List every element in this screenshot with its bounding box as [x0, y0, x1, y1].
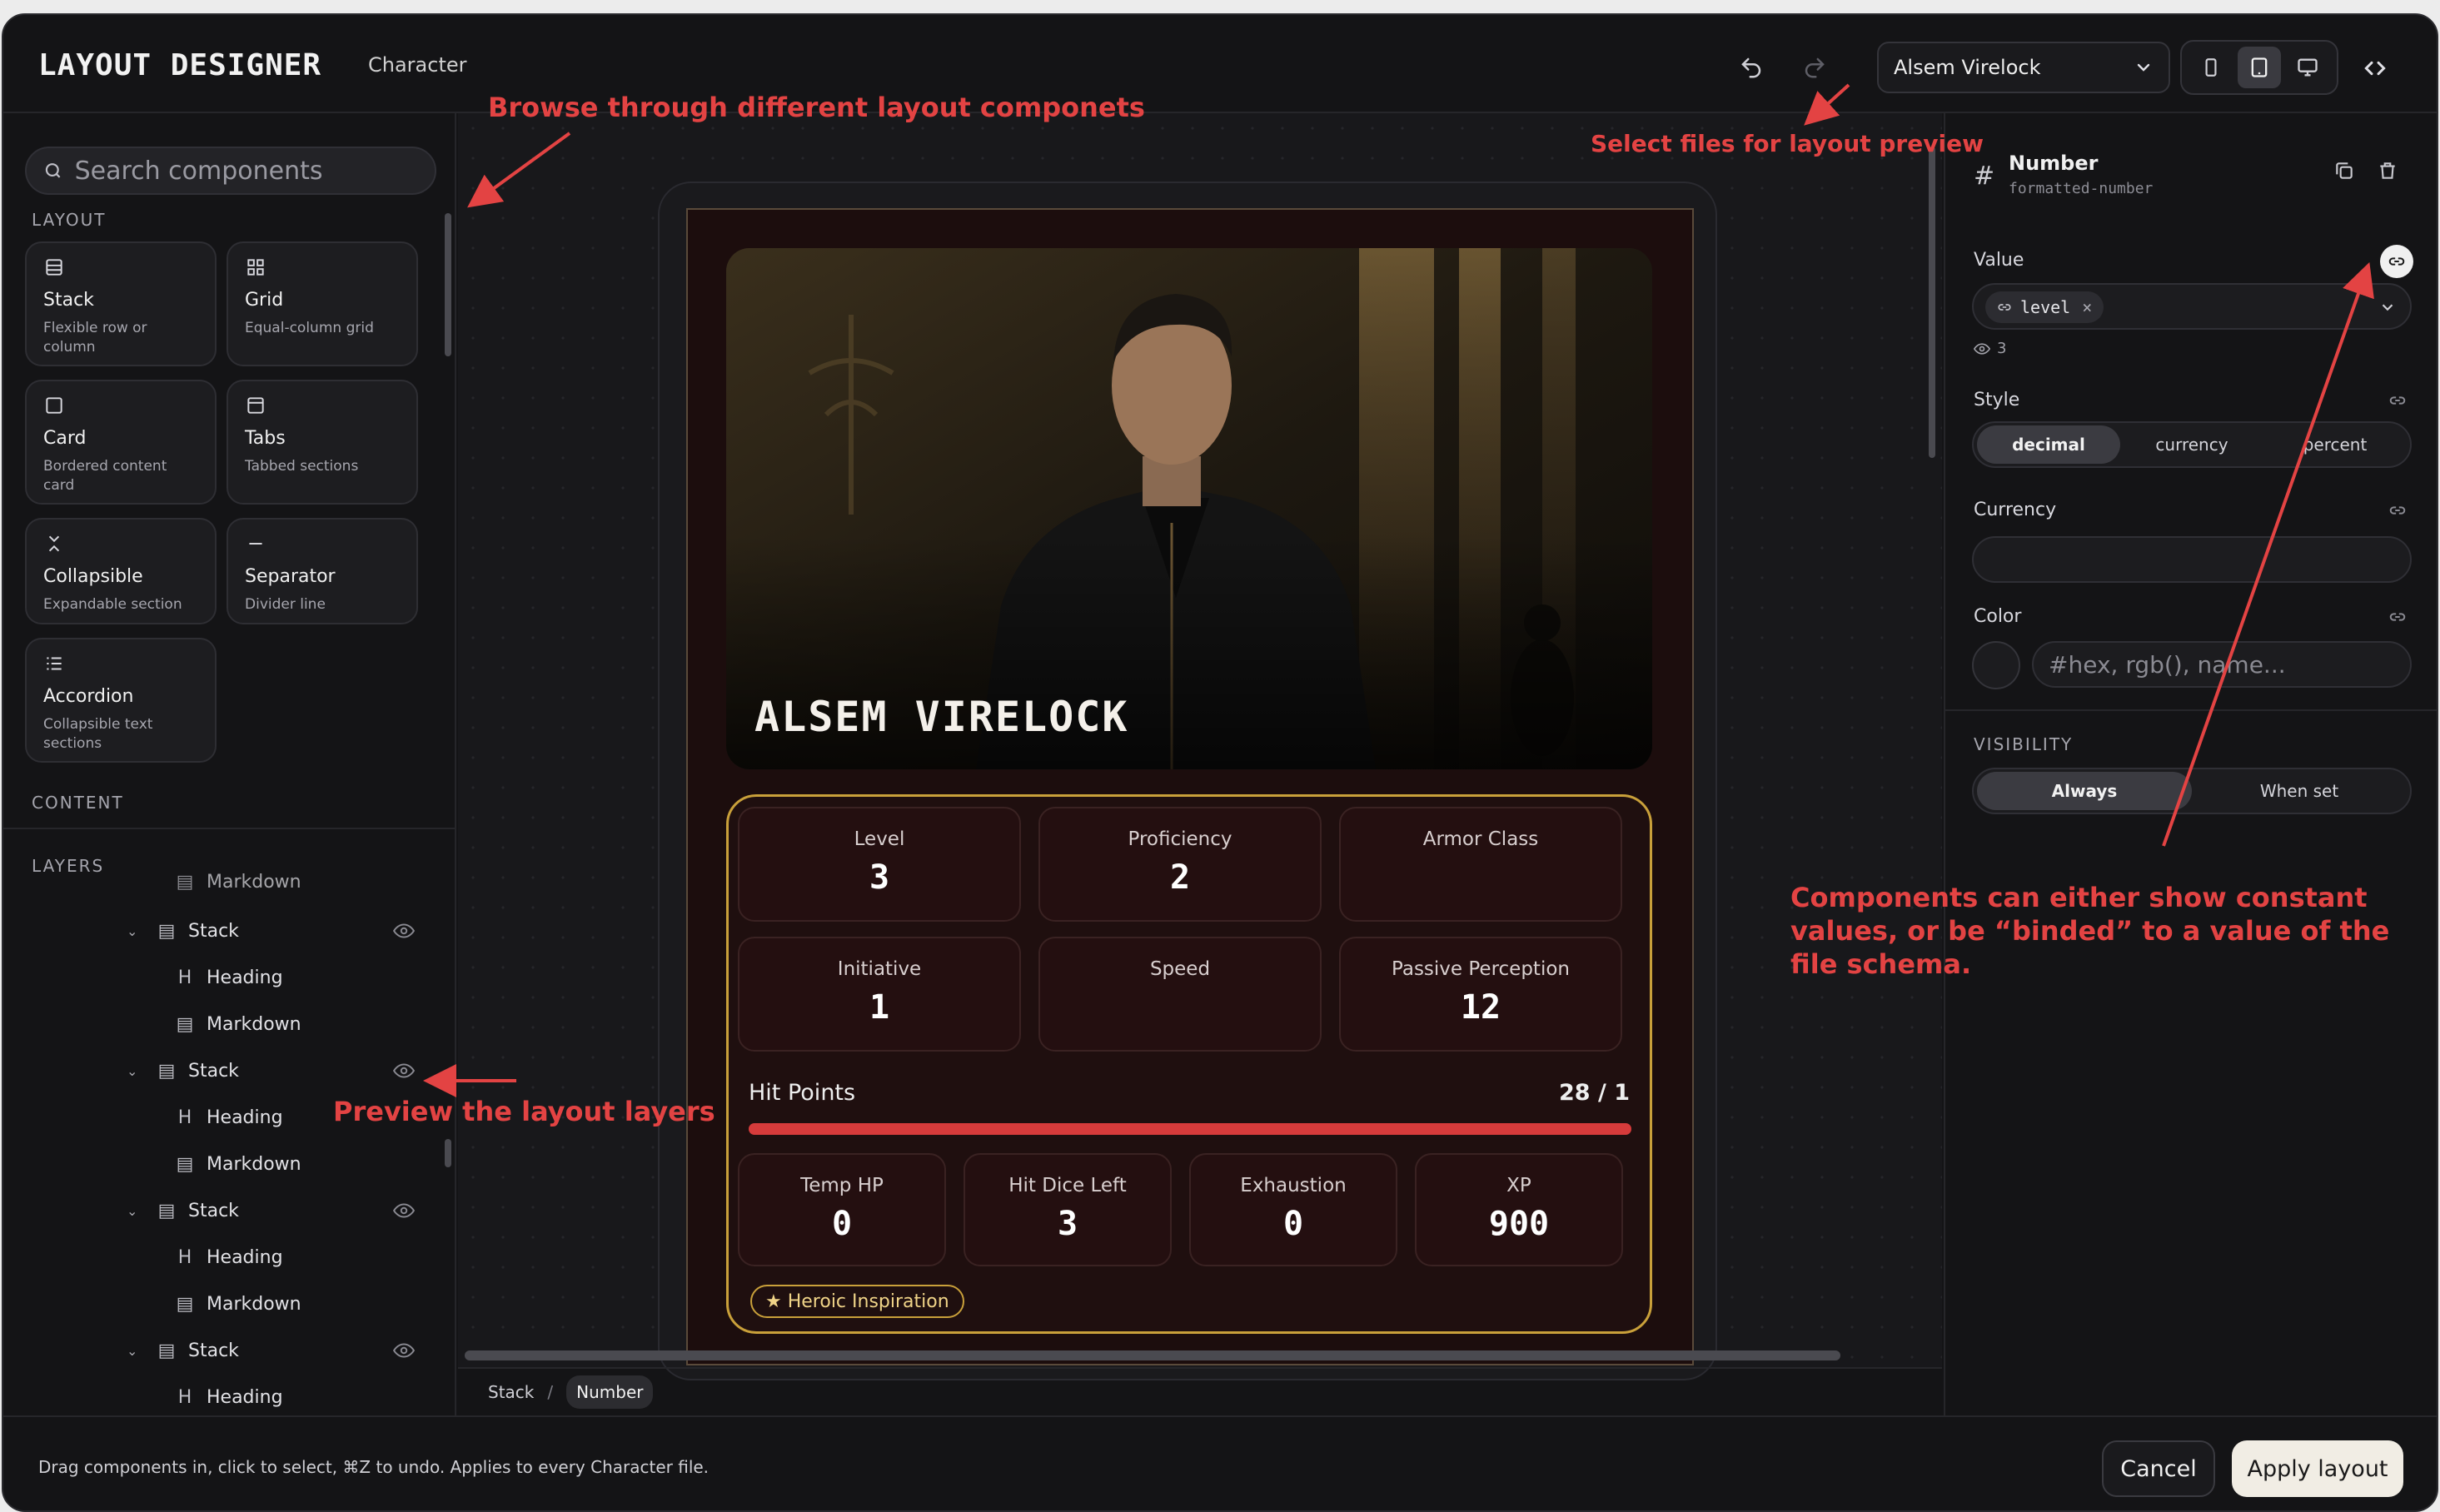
- arrow-select-files: [1804, 83, 1850, 126]
- arrow-binding: [2162, 261, 2374, 847]
- arrow-browse: [467, 132, 571, 208]
- annotation-arrows: [423, 83, 2374, 1097]
- annotation-browse: Browse through different layout componet…: [488, 92, 1145, 123]
- annotation-layers: Preview the layout layers: [333, 1096, 715, 1127]
- annotation-binding: Components can either show constant valu…: [1790, 882, 2390, 980]
- annotation-select-files: Select files for layout preview: [1591, 130, 1984, 157]
